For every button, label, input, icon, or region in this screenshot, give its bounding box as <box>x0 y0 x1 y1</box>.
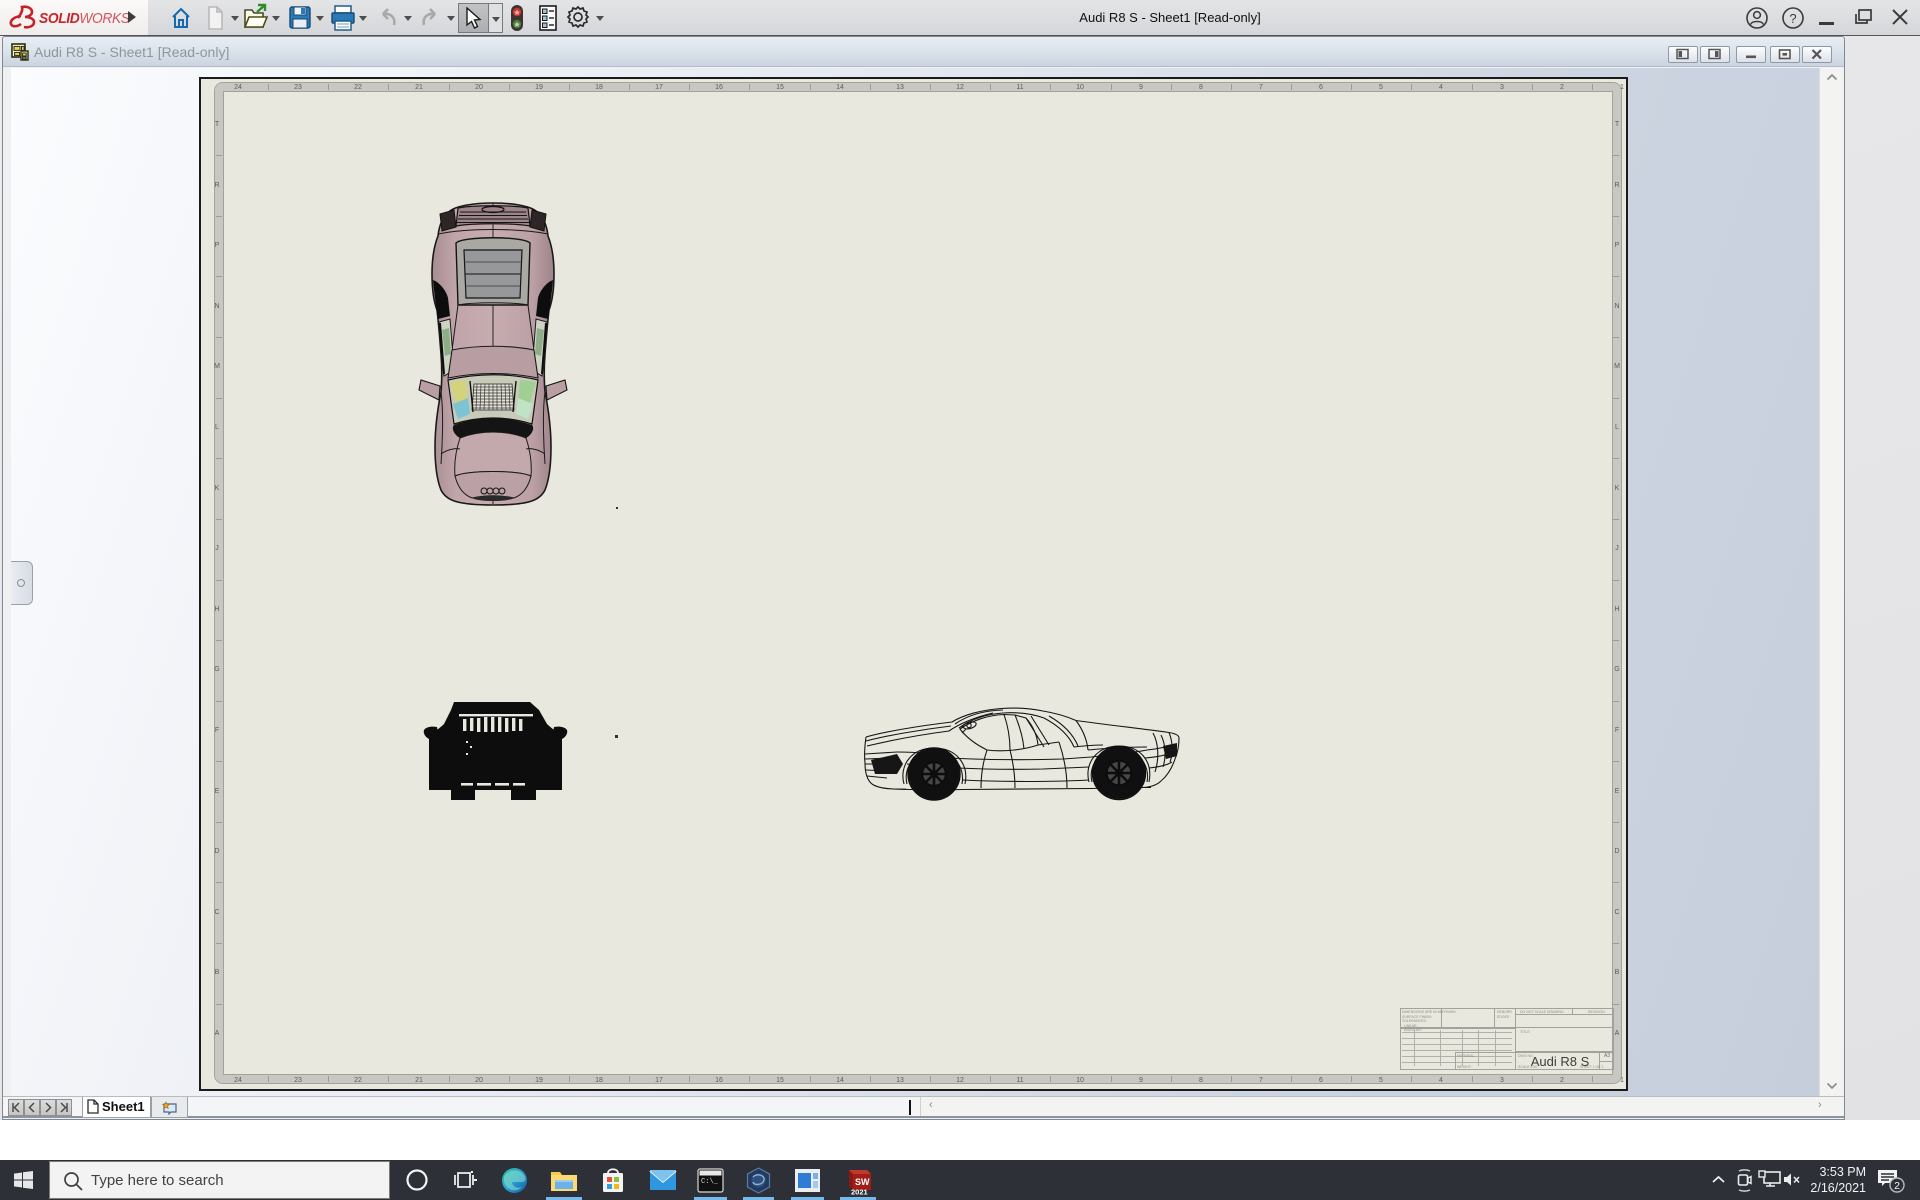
svg-text:SW: SW <box>855 1177 870 1187</box>
svg-text:C:\_: C:\_ <box>701 1178 719 1186</box>
svg-text:2021: 2021 <box>851 1188 868 1196</box>
svg-text:2: 2 <box>1894 1180 1900 1192</box>
svg-text:?: ? <box>1789 11 1796 26</box>
